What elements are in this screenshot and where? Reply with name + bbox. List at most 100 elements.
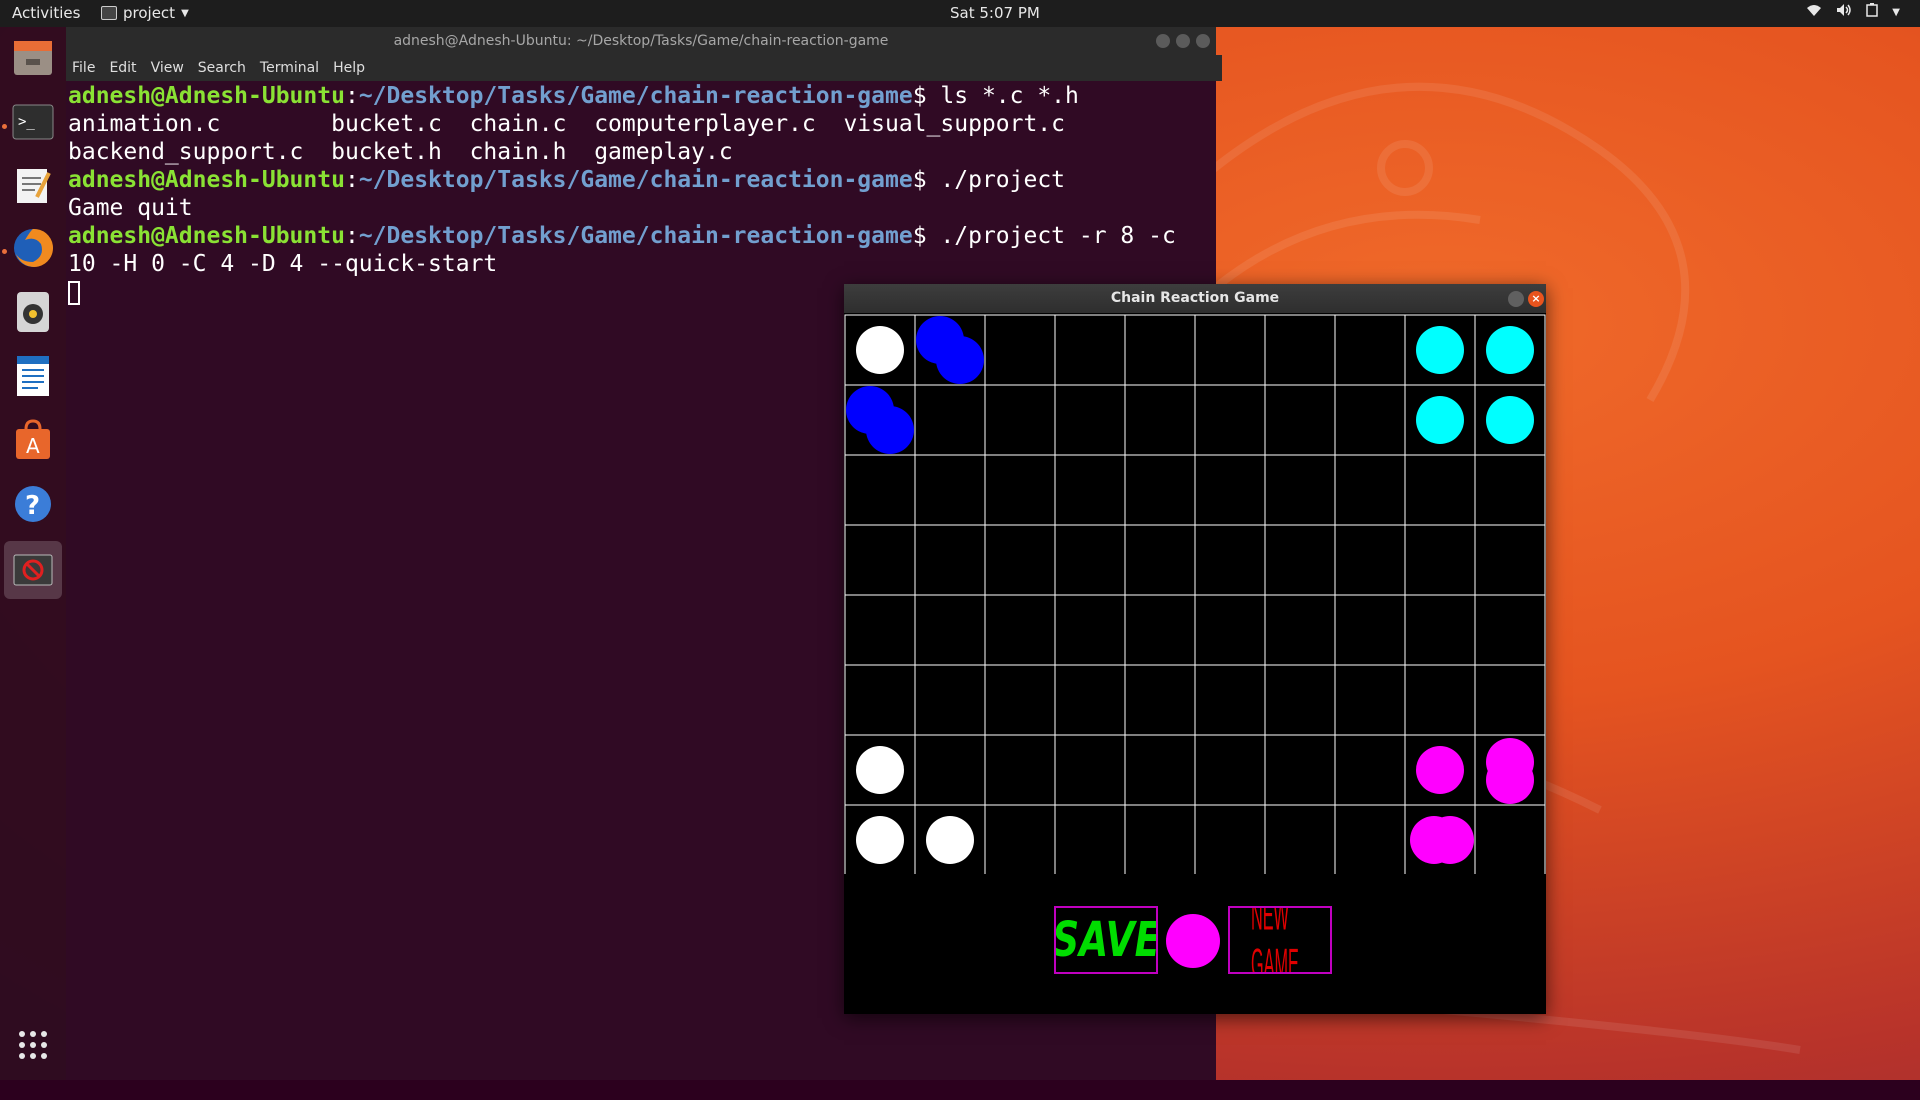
board-cell[interactable] (1124, 804, 1196, 874)
board-cell[interactable] (1194, 664, 1266, 736)
board-cell[interactable] (1334, 804, 1406, 874)
board-cell[interactable] (1334, 384, 1406, 456)
board-cell[interactable] (1264, 664, 1336, 736)
board-cell[interactable] (844, 524, 916, 596)
minimize-button[interactable] (1508, 291, 1524, 307)
terminal-output[interactable]: adnesh@Adnesh-Ubuntu:~/Desktop/Tasks/Gam… (68, 82, 1208, 306)
board-cell[interactable] (1334, 524, 1406, 596)
minimize-button[interactable] (1156, 34, 1170, 48)
board-cell[interactable] (1474, 454, 1546, 526)
board-cell[interactable] (984, 384, 1056, 456)
board-cell[interactable] (1264, 524, 1336, 596)
board-cell[interactable] (1264, 804, 1336, 874)
board-cell[interactable] (844, 664, 916, 736)
board-cell[interactable] (1054, 384, 1126, 456)
board-cell[interactable] (914, 524, 986, 596)
board-cell[interactable] (984, 314, 1056, 386)
board-cell[interactable] (1124, 524, 1196, 596)
board-cell[interactable] (1054, 524, 1126, 596)
board-cell[interactable] (984, 664, 1056, 736)
board-cell[interactable] (1334, 734, 1406, 806)
board-cell[interactable] (1264, 384, 1336, 456)
board-cell[interactable] (1264, 594, 1336, 666)
menu-view[interactable]: View (151, 60, 184, 76)
board-cell[interactable] (1264, 314, 1336, 386)
board-cell[interactable] (984, 454, 1056, 526)
new-game-button[interactable]: NEW GAME (1228, 906, 1332, 974)
board-cell[interactable] (844, 454, 916, 526)
terminal-titlebar[interactable]: adnesh@Adnesh-Ubuntu: ~/Desktop/Tasks/Ga… (66, 27, 1216, 55)
board-cell[interactable] (1124, 384, 1196, 456)
board-cell[interactable] (1264, 734, 1336, 806)
rhythmbox-icon[interactable] (8, 287, 58, 337)
board-cell[interactable] (1334, 314, 1406, 386)
close-button[interactable]: × (1528, 291, 1544, 307)
game-window[interactable]: Chain Reaction Game × SAVE NEW GAME (844, 284, 1546, 1014)
board-cell[interactable] (1194, 804, 1266, 874)
clock[interactable]: Sat 5:07 PM (950, 4, 1040, 22)
help-icon[interactable]: ? (8, 479, 58, 529)
firefox-icon[interactable] (8, 223, 58, 273)
board-cell[interactable] (914, 594, 986, 666)
board-cell[interactable] (1054, 664, 1126, 736)
board-cell[interactable] (1054, 314, 1126, 386)
board-cell[interactable] (914, 664, 986, 736)
maximize-button[interactable] (1176, 34, 1190, 48)
board-cell[interactable] (1404, 664, 1476, 736)
board-cell[interactable] (1194, 524, 1266, 596)
board-cell[interactable] (1474, 594, 1546, 666)
board-cell[interactable] (1194, 314, 1266, 386)
board-cell[interactable] (1404, 454, 1476, 526)
board-cell[interactable] (1124, 594, 1196, 666)
game-titlebar[interactable]: Chain Reaction Game × (844, 284, 1546, 313)
board-cell[interactable] (984, 594, 1056, 666)
board-cell[interactable] (1194, 384, 1266, 456)
board-cell[interactable] (1124, 664, 1196, 736)
board-cell[interactable] (1404, 594, 1476, 666)
board-cell[interactable] (1474, 664, 1546, 736)
app-menu[interactable]: project ▼ (101, 4, 189, 22)
board-cell[interactable] (1124, 734, 1196, 806)
board-cell[interactable] (1264, 454, 1336, 526)
menu-help[interactable]: Help (333, 60, 365, 76)
board-cell[interactable] (984, 804, 1056, 874)
game-board[interactable] (844, 314, 1546, 874)
board-cell[interactable] (984, 524, 1056, 596)
board-cell[interactable] (1334, 664, 1406, 736)
activities-button[interactable]: Activities (12, 4, 80, 22)
save-button[interactable]: SAVE (1054, 906, 1158, 974)
board-cell[interactable] (1054, 734, 1126, 806)
board-cell[interactable] (1334, 454, 1406, 526)
board-cell[interactable] (1334, 594, 1406, 666)
board-cell[interactable] (1124, 314, 1196, 386)
board-cell[interactable] (914, 734, 986, 806)
board-cell[interactable] (984, 734, 1056, 806)
board-cell[interactable] (914, 454, 986, 526)
project-app-icon[interactable] (4, 541, 62, 599)
board-cell[interactable] (1474, 804, 1546, 874)
board-cell[interactable] (1474, 524, 1546, 596)
board-cell[interactable] (1194, 734, 1266, 806)
board-cell[interactable] (1194, 594, 1266, 666)
menu-terminal[interactable]: Terminal (260, 60, 319, 76)
close-button[interactable] (1196, 34, 1210, 48)
terminal-icon[interactable]: >_ (8, 97, 58, 147)
board-cell[interactable] (1054, 594, 1126, 666)
app-grid-icon[interactable] (8, 1020, 58, 1070)
board-cell[interactable] (1194, 454, 1266, 526)
software-center-icon[interactable]: A (8, 415, 58, 465)
board-cell[interactable] (914, 384, 986, 456)
menu-search[interactable]: Search (198, 60, 246, 76)
board-cell[interactable] (1054, 804, 1126, 874)
command-text: $ ./project -r 8 -c (912, 223, 1176, 249)
board-cell[interactable] (1124, 454, 1196, 526)
menu-file[interactable]: File (72, 60, 95, 76)
board-cell[interactable] (1054, 454, 1126, 526)
files-icon[interactable] (8, 32, 58, 82)
libreoffice-writer-icon[interactable] (8, 351, 58, 401)
system-tray[interactable]: ▼ (1806, 3, 1900, 21)
text-editor-icon[interactable] (8, 160, 58, 210)
menu-edit[interactable]: Edit (109, 60, 136, 76)
board-cell[interactable] (1404, 524, 1476, 596)
board-cell[interactable] (844, 594, 916, 666)
